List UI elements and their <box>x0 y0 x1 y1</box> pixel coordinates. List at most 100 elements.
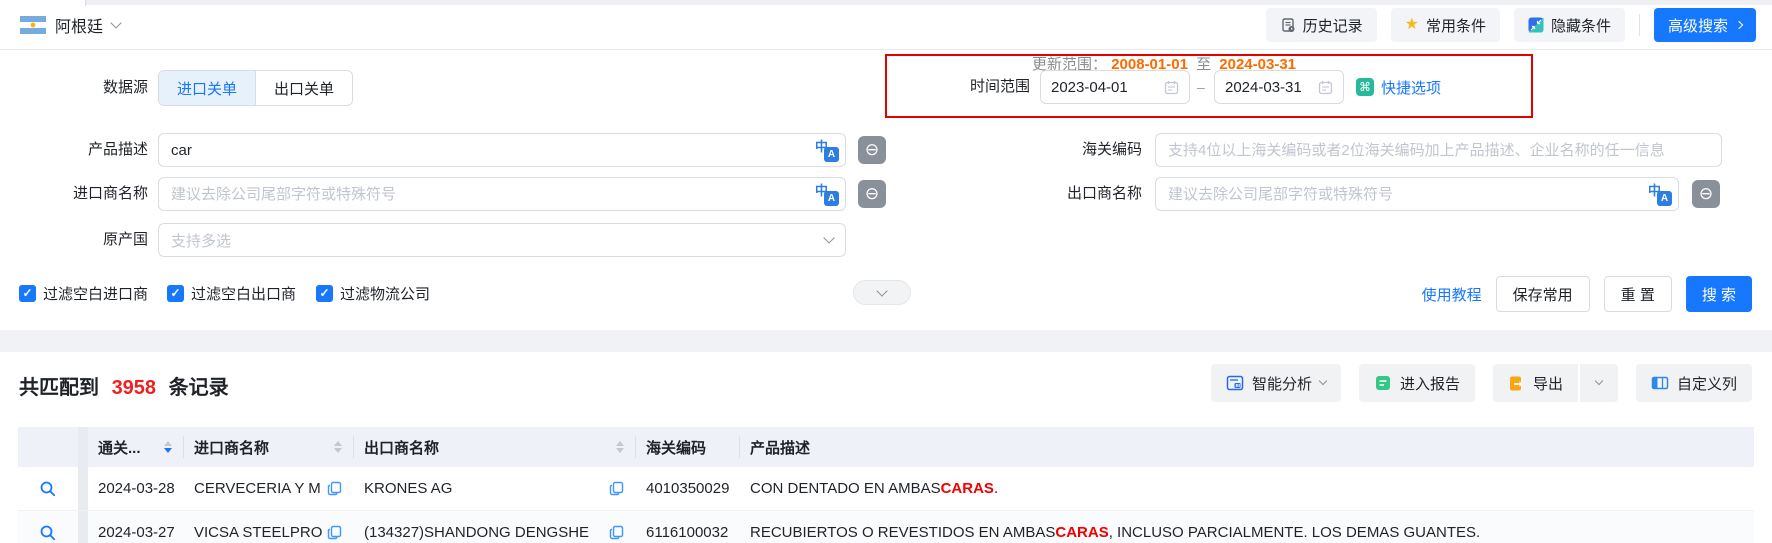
results-table: 通关... 进口商名称 出口商名称 海关编码 产品描述 2024-03-28 C… <box>18 427 1754 543</box>
tab-export-declarations[interactable]: 出口关单 <box>255 71 352 105</box>
synonym-match-icon[interactable]: ⊖ <box>1692 180 1720 208</box>
tab-import-declarations[interactable]: 进口关单 <box>159 71 256 105</box>
browser-chrome-notch <box>85 0 86 6</box>
datasource-tabs: 进口关单 出口关单 <box>158 70 354 106</box>
copy-icon[interactable] <box>327 525 342 540</box>
importer-label: 进口商名称 <box>72 185 148 202</box>
browser-chrome-strip <box>86 0 1772 5</box>
smart-analysis-button[interactable]: BI 智能分析 <box>1210 364 1341 402</box>
checkbox-check-icon: ✓ <box>167 285 184 302</box>
cell-product-description: CON DENTADO EN AMBAS CARAS . <box>750 480 999 497</box>
topbar-divider <box>0 49 1772 50</box>
header-importer[interactable]: 进口商名称 <box>184 427 354 467</box>
search-icon <box>40 525 56 540</box>
filter-blank-importer-checkbox[interactable]: ✓ 过滤空白进口商 <box>19 283 148 304</box>
checkbox-check-icon: ✓ <box>19 285 36 302</box>
time-range-label: 时间范围 <box>969 78 1030 95</box>
country-selector[interactable]: 阿根廷 <box>20 13 122 37</box>
product-description-field-wrap: 中 A <box>158 133 846 167</box>
smart-analysis-label: 智能分析 <box>1251 375 1312 393</box>
product-description-label: 产品描述 <box>87 141 148 158</box>
enter-report-button[interactable]: 进入报告 <box>1358 364 1475 402</box>
report-icon <box>1375 376 1390 390</box>
synonym-match-icon[interactable]: ⊖ <box>858 180 886 208</box>
header-hscode: 海关编码 <box>636 427 740 467</box>
hscode-label: 海关编码 <box>1081 141 1142 158</box>
advanced-search-label: 高级搜索 <box>1667 17 1728 35</box>
reset-button[interactable]: 重 置 <box>1603 276 1672 312</box>
importer-field-wrap: 中 A <box>158 177 846 211</box>
collapse-panel-icon <box>1528 17 1544 33</box>
date-to-picker[interactable]: 2024-03-31 <box>1214 70 1344 104</box>
chevron-down-icon <box>1318 376 1328 386</box>
collapse-form-button[interactable] <box>853 280 911 305</box>
datasource-label: 数据源 <box>102 79 148 96</box>
filter-logistics-label: 过滤物流公司 <box>340 286 431 303</box>
header-exporter[interactable]: 出口商名称 <box>354 427 636 467</box>
date-from-value: 2023-04-01 <box>1051 78 1128 96</box>
export-icon <box>1509 376 1523 390</box>
hide-conditions-label: 隐藏条件 <box>1550 17 1611 35</box>
origin-country-select[interactable]: 支持多选 <box>158 223 846 257</box>
bi-analysis-icon: BI <box>1226 375 1244 391</box>
svg-text:BI: BI <box>1236 383 1240 388</box>
customize-columns-button[interactable]: 自定义列 <box>1635 364 1752 402</box>
calendar-icon <box>1318 80 1333 94</box>
export-label: 导出 <box>1532 375 1563 393</box>
row-detail-button[interactable] <box>18 467 78 510</box>
translate-icon[interactable]: 中 A <box>815 182 839 206</box>
table-row: 2024-03-27 VICSA STEELPRO (134327)SHANDO… <box>18 511 1754 543</box>
favorites-button[interactable]: ★ 常用条件 <box>1390 8 1500 42</box>
origin-country-label: 原产国 <box>102 231 148 248</box>
sort-caret-icon <box>334 441 342 453</box>
date-to-value: 2024-03-31 <box>1225 78 1302 96</box>
cell-clearance-date: 2024-03-28 <box>98 480 175 497</box>
exporter-label: 出口商名称 <box>1066 185 1142 202</box>
cell-hscode: 4010350029 <box>646 480 730 497</box>
search-icon <box>40 481 56 496</box>
translate-icon[interactable]: 中 A <box>815 138 839 162</box>
exporter-input[interactable] <box>1155 177 1679 211</box>
cell-product-description: RECUBIERTOS O REVESTIDOS EN AMBAS CARAS … <box>750 524 1481 541</box>
star-icon: ★ <box>1404 16 1419 33</box>
form-actions: 使用教程 保存常用 重 置 搜 索 <box>1422 276 1752 312</box>
summary-suffix: 条记录 <box>168 377 229 399</box>
quick-options-button[interactable]: ⌘ 快捷选项 <box>1356 70 1441 104</box>
copy-icon[interactable] <box>327 481 342 496</box>
cell-importer: VICSA STEELPRO <box>184 511 354 543</box>
copy-icon[interactable] <box>609 481 624 496</box>
header-clearance-date[interactable]: 通关... <box>88 427 184 467</box>
command-icon: ⌘ <box>1356 78 1374 96</box>
cell-clearance-date: 2024-03-27 <box>98 524 175 541</box>
filter-blank-exporter-checkbox[interactable]: ✓ 过滤空白出口商 <box>167 283 296 304</box>
importer-input[interactable] <box>158 177 846 211</box>
advanced-search-button[interactable]: 高级搜索 <box>1653 8 1756 42</box>
copy-icon[interactable] <box>609 525 624 540</box>
highlighted-keyword: CARAS <box>1055 524 1109 541</box>
fixed-column-divider <box>78 467 88 510</box>
hscode-input[interactable] <box>1155 133 1722 167</box>
history-button[interactable]: 历史记录 <box>1265 8 1377 42</box>
translate-icon[interactable]: 中 A <box>1648 182 1672 206</box>
sort-caret-icon <box>616 441 624 453</box>
highlighted-keyword: CARAS <box>940 480 994 497</box>
export-button[interactable]: 导出 <box>1492 364 1578 402</box>
row-detail-button[interactable] <box>18 511 78 543</box>
topbar-vertical-divider <box>1638 14 1640 36</box>
quick-options-label: 快捷选项 <box>1381 79 1442 97</box>
product-description-input[interactable] <box>158 133 846 167</box>
search-button[interactable]: 搜 索 <box>1685 276 1752 312</box>
export-dropdown-button[interactable] <box>1579 364 1618 402</box>
arrow-right-icon <box>1734 20 1744 30</box>
summary-count: 3958 <box>111 377 157 399</box>
synonym-match-icon[interactable]: ⊖ <box>858 136 886 164</box>
filter-logistics-checkbox[interactable]: ✓ 过滤物流公司 <box>316 283 430 304</box>
chevron-down-icon <box>823 232 835 244</box>
results-toolbar: BI 智能分析 进入报告 导出 自定义列 <box>1210 364 1752 402</box>
date-from-picker[interactable]: 2023-04-01 <box>1040 70 1190 104</box>
tutorial-link[interactable]: 使用教程 <box>1422 284 1482 305</box>
topbar-actions: 历史记录 ★ 常用条件 隐藏条件 高级搜索 <box>1265 8 1756 42</box>
summary-prefix: 共匹配到 <box>19 377 99 399</box>
hide-conditions-button[interactable]: 隐藏条件 <box>1513 8 1625 42</box>
save-conditions-button[interactable]: 保存常用 <box>1495 276 1590 312</box>
